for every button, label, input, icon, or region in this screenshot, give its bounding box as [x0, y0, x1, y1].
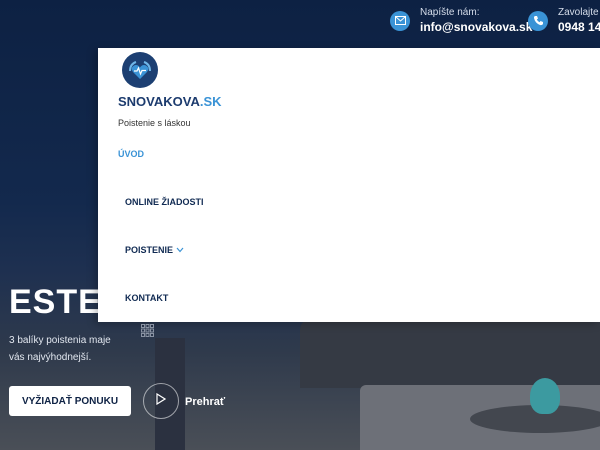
hero-description-line: 3 balíky poistenia maje — [9, 335, 111, 346]
phone-contact[interactable]: Zavolajte n 0948 145 — [528, 6, 600, 35]
phone-icon — [528, 10, 548, 31]
brand-name-suffix: .SK — [199, 94, 222, 109]
email-value[interactable]: info@snovakova.sk — [420, 19, 532, 35]
brand-name-main: SNOVAKOVA — [118, 94, 200, 109]
email-contact[interactable]: Napíšte nám: info@snovakova.sk — [390, 6, 532, 35]
nav-item-uvod[interactable]: ÚVOD — [118, 149, 144, 159]
request-offer-button[interactable]: VYŽIADAŤ PONUKU — [9, 386, 131, 416]
play-label[interactable]: Prehrať — [185, 396, 225, 408]
nav-item-label: POISTENIE — [125, 245, 174, 255]
sofa-image — [300, 318, 600, 388]
mail-icon — [390, 10, 410, 31]
hero-description: 3 balíky poistenia maje vás najvýhodnejš… — [9, 332, 309, 366]
play-icon — [156, 392, 167, 410]
brand-name[interactable]: SNOVAKOVA.SK — [118, 94, 222, 109]
mobile-menu-panel: SNOVAKOVA.SK Poistenie s láskou ÚVOD ONL… — [98, 48, 600, 322]
logo-icon[interactable] — [122, 52, 158, 88]
play-button[interactable] — [143, 383, 179, 419]
vase-image — [530, 378, 560, 414]
brand-tagline: Poistenie s láskou — [118, 118, 191, 128]
nav-item-online-ziadosti[interactable]: ONLINE ŽIADOSTI — [125, 197, 204, 207]
nav-item-poistenie[interactable]: POISTENIE — [125, 245, 184, 255]
nav-item-kontakt[interactable]: KONTAKT — [125, 293, 168, 303]
hero-description-line: vás najvýhodnejší. — [9, 352, 92, 363]
grid-menu-icon[interactable] — [141, 324, 154, 337]
chevron-down-icon — [176, 245, 184, 255]
phone-value[interactable]: 0948 145 — [558, 19, 600, 35]
phone-label: Zavolajte n — [558, 7, 600, 18]
email-label: Napíšte nám: — [420, 7, 480, 18]
